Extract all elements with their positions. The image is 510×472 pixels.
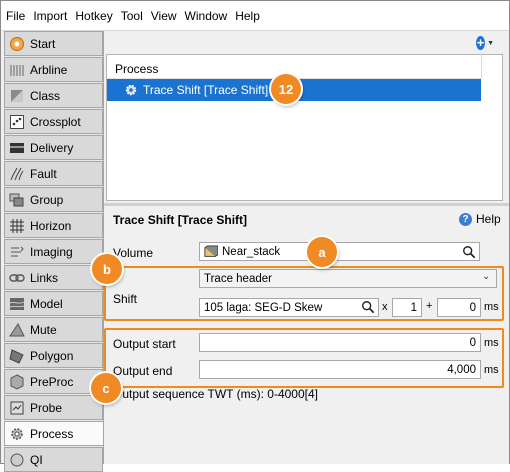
- process-item-label: Trace Shift [Trace Shift]: [143, 83, 269, 97]
- mute-icon: [9, 322, 25, 338]
- sidebar-item-label: Arbline: [30, 62, 68, 77]
- menu-window[interactable]: Window: [185, 9, 228, 23]
- menu-bar: File Import Hotkey Tool View Window Help: [1, 1, 509, 31]
- menu-tool[interactable]: Tool: [121, 9, 143, 23]
- sidebar-item-label: Imaging: [30, 244, 73, 259]
- gear-icon: [125, 84, 137, 96]
- menu-view[interactable]: View: [151, 9, 177, 23]
- qi-icon: [9, 452, 25, 468]
- delivery-icon: [9, 140, 25, 156]
- menu-hotkey[interactable]: Hotkey: [75, 9, 112, 23]
- sidebar-item-crossplot[interactable]: Crossplot: [4, 109, 103, 134]
- process-list-corner: [481, 55, 502, 79]
- sidebar-item-label: Delivery: [30, 140, 74, 155]
- output-sequence-text: Output sequence TWT (ms): 0-4000[4]: [113, 387, 318, 401]
- sidebar-item-arbline[interactable]: Arbline: [4, 57, 103, 82]
- arbline-icon: [9, 62, 25, 78]
- sidebar-item-class[interactable]: Class: [4, 83, 103, 108]
- plus-icon: +: [476, 35, 486, 50]
- volume-field[interactable]: Near_stack: [199, 242, 480, 261]
- sidebar-item-label: QI: [30, 452, 43, 467]
- sidebar-item-label: Probe: [30, 400, 63, 415]
- sidebar-item-mute[interactable]: Mute: [4, 317, 103, 342]
- menu-help[interactable]: Help: [235, 9, 260, 23]
- model-icon: [9, 296, 25, 312]
- sidebar-item-delivery[interactable]: Delivery: [4, 135, 103, 160]
- sidebar-item-preproc[interactable]: PreProc: [4, 369, 103, 394]
- horizon-icon: [9, 218, 25, 234]
- preproc-icon: [9, 373, 25, 390]
- volume-icon: [204, 244, 218, 257]
- class-icon: [9, 88, 25, 104]
- sidebar-item-label: Group: [30, 192, 64, 207]
- sidebar-item-label: Model: [30, 296, 63, 311]
- sidebar-item-label: PreProc: [30, 374, 74, 389]
- sidebar-item-label: Fault: [30, 166, 57, 181]
- output-highlight-box: [104, 328, 504, 388]
- sidebar-item-qi[interactable]: QI: [4, 447, 103, 472]
- group-icon: [9, 192, 25, 208]
- sidebar-item-process[interactable]: Process: [4, 421, 104, 446]
- help-label: Help: [476, 212, 501, 226]
- sidebar-item-label: Class: [30, 88, 61, 103]
- sidebar-item-start[interactable]: Start: [4, 31, 103, 56]
- sidebar-item-group[interactable]: Group: [4, 187, 103, 212]
- start-icon: [9, 36, 25, 52]
- sidebar-item-label: Horizon: [30, 218, 72, 233]
- sidebar-item-links[interactable]: Links: [4, 265, 103, 290]
- menu-file[interactable]: File: [6, 9, 25, 23]
- process-icon: [9, 426, 25, 442]
- imaging-icon: [9, 244, 25, 260]
- callout-badge: a: [307, 237, 337, 267]
- sidebar-item-label: Start: [30, 36, 56, 51]
- sidebar-item-model[interactable]: Model: [4, 291, 103, 316]
- sidebar: Start Arbline Class Crossplot Delivery F…: [4, 31, 104, 472]
- crossplot-icon: [9, 114, 25, 130]
- volume-search-icon[interactable]: [462, 245, 476, 259]
- sidebar-item-label: Links: [30, 270, 59, 285]
- parameters-title: Trace Shift [Trace Shift]: [113, 213, 248, 227]
- fault-icon: [9, 166, 25, 182]
- sidebar-item-probe[interactable]: Probe: [4, 395, 103, 420]
- callout-badge: c: [91, 373, 121, 403]
- help-icon: ?: [459, 212, 472, 226]
- sidebar-item-label: Crossplot: [30, 114, 81, 129]
- callout-badge: b: [92, 254, 122, 284]
- sidebar-item-horizon[interactable]: Horizon: [4, 213, 103, 238]
- sidebar-item-imaging[interactable]: Imaging: [4, 239, 103, 264]
- sidebar-item-label: Mute: [30, 322, 57, 337]
- callout-badge: 12: [271, 74, 301, 104]
- polygon-icon: [9, 348, 25, 364]
- volume-label: Volume: [113, 246, 154, 260]
- sidebar-item-label: Process: [30, 426, 74, 441]
- chevron-down-icon: ▼: [487, 39, 494, 47]
- links-icon: [9, 270, 25, 286]
- help-button[interactable]: ? Help: [459, 212, 501, 226]
- shift-highlight-box: [104, 266, 504, 321]
- volume-value: Near_stack: [222, 245, 281, 258]
- sidebar-item-polygon[interactable]: Polygon: [4, 343, 103, 368]
- menu-import[interactable]: Import: [33, 9, 67, 23]
- sidebar-item-label: Polygon: [30, 348, 74, 363]
- sidebar-item-fault[interactable]: Fault: [4, 161, 103, 186]
- add-process-button[interactable]: + ▼: [476, 35, 494, 51]
- probe-icon: [9, 400, 25, 416]
